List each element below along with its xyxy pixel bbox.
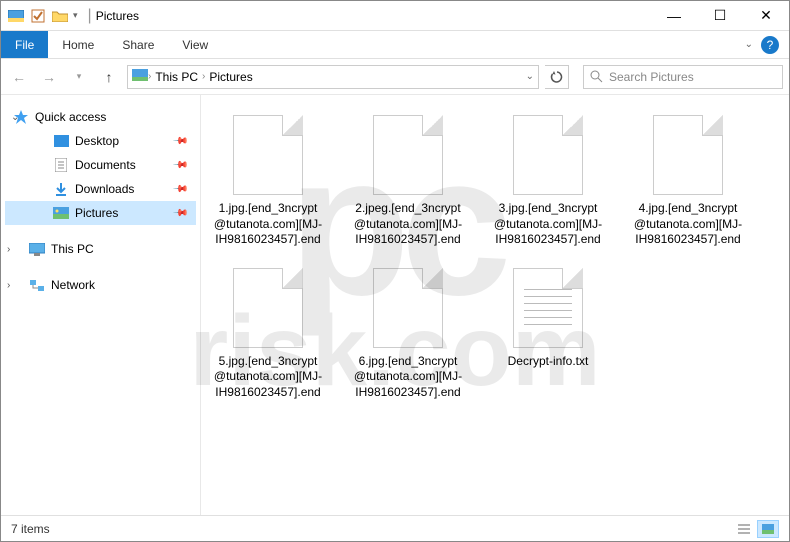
file-item[interactable]: 1.jpg.[end_3ncrypt@tutanota.com][MJ-IH98… bbox=[213, 115, 323, 248]
blank-file-icon bbox=[233, 268, 303, 348]
blank-file-icon bbox=[233, 115, 303, 195]
titlebar: ▾ | Pictures — ☐ ✕ bbox=[1, 1, 789, 31]
collapse-icon[interactable]: ⌄ bbox=[11, 112, 19, 123]
sidebar-item-quick-access[interactable]: ⌄ Quick access bbox=[5, 105, 196, 129]
file-item[interactable]: 4.jpg.[end_3ncrypt@tutanota.com][MJ-IH98… bbox=[633, 115, 743, 248]
network-icon bbox=[29, 277, 45, 293]
pin-icon: 📌 bbox=[171, 181, 188, 198]
view-tab[interactable]: View bbox=[168, 31, 222, 58]
file-name: Decrypt-info.txt bbox=[508, 354, 589, 370]
folder-icon bbox=[132, 69, 148, 84]
expand-icon[interactable]: › bbox=[7, 244, 10, 255]
sidebar-item-downloads[interactable]: Downloads 📌 bbox=[5, 177, 196, 201]
expand-icon[interactable]: › bbox=[7, 280, 10, 291]
picture-icon bbox=[53, 205, 69, 221]
file-item[interactable]: 2.jpeg.[end_3ncrypt@tutanota.com][MJ-IH9… bbox=[353, 115, 463, 248]
home-tab[interactable]: Home bbox=[48, 31, 108, 58]
forward-button[interactable]: → bbox=[37, 65, 61, 89]
recent-dropdown-icon[interactable]: ▾ bbox=[67, 65, 91, 89]
document-icon bbox=[53, 157, 69, 173]
explorer-icon bbox=[7, 7, 25, 25]
file-name: 3.jpg.[end_3ncrypt@tutanota.com][MJ-IH98… bbox=[493, 201, 603, 248]
breadcrumb[interactable]: Pictures bbox=[205, 70, 256, 84]
help-icon[interactable]: ? bbox=[761, 36, 779, 54]
breadcrumb[interactable]: This PC bbox=[151, 70, 202, 84]
file-item[interactable]: Decrypt-info.txt bbox=[493, 268, 603, 401]
qat-dropdown-icon[interactable]: ▾ bbox=[73, 10, 78, 21]
close-button[interactable]: ✕ bbox=[743, 1, 789, 31]
file-name: 2.jpeg.[end_3ncrypt@tutanota.com][MJ-IH9… bbox=[353, 201, 463, 248]
address-dropdown-icon[interactable]: ⌄ bbox=[526, 71, 534, 82]
ribbon: File Home Share View ⌄ ? bbox=[1, 31, 789, 59]
blank-file-icon bbox=[373, 115, 443, 195]
download-icon bbox=[53, 181, 69, 197]
ribbon-expand-icon[interactable]: ⌄ bbox=[745, 39, 753, 50]
file-item[interactable]: 3.jpg.[end_3ncrypt@tutanota.com][MJ-IH98… bbox=[493, 115, 603, 248]
up-button[interactable]: ↑ bbox=[97, 65, 121, 89]
pin-icon: 📌 bbox=[171, 157, 188, 174]
blank-file-icon bbox=[653, 115, 723, 195]
item-count: 7 items bbox=[11, 522, 50, 536]
file-item[interactable]: 6.jpg.[end_3ncrypt@tutanota.com][MJ-IH98… bbox=[353, 268, 463, 401]
sidebar-item-desktop[interactable]: Desktop 📌 bbox=[5, 129, 196, 153]
window-title: Pictures bbox=[96, 9, 139, 23]
maximize-button[interactable]: ☐ bbox=[697, 1, 743, 31]
sidebar-item-this-pc[interactable]: › This PC bbox=[5, 237, 196, 261]
file-item[interactable]: 5.jpg.[end_3ncrypt@tutanota.com][MJ-IH98… bbox=[213, 268, 323, 401]
file-name: 5.jpg.[end_3ncrypt@tutanota.com][MJ-IH98… bbox=[213, 354, 323, 401]
blank-file-icon bbox=[373, 268, 443, 348]
file-name: 4.jpg.[end_3ncrypt@tutanota.com][MJ-IH98… bbox=[633, 201, 743, 248]
minimize-button[interactable]: — bbox=[651, 1, 697, 31]
share-tab[interactable]: Share bbox=[108, 31, 168, 58]
text-file-icon bbox=[513, 268, 583, 348]
search-input[interactable]: Search Pictures bbox=[583, 65, 783, 89]
desktop-icon bbox=[53, 133, 69, 149]
pin-icon: 📌 bbox=[171, 133, 188, 150]
blank-file-icon bbox=[513, 115, 583, 195]
details-view-button[interactable] bbox=[733, 520, 755, 538]
address-bar[interactable]: › This PC › Pictures ⌄ bbox=[127, 65, 539, 89]
qat-folder-icon[interactable] bbox=[51, 7, 69, 25]
qat-properties-icon[interactable] bbox=[29, 7, 47, 25]
back-button[interactable]: ← bbox=[7, 65, 31, 89]
statusbar: 7 items bbox=[1, 515, 789, 541]
icons-view-button[interactable] bbox=[757, 520, 779, 538]
computer-icon bbox=[29, 241, 45, 257]
navbar: ← → ▾ ↑ › This PC › Pictures ⌄ Search Pi… bbox=[1, 59, 789, 95]
file-name: 1.jpg.[end_3ncrypt@tutanota.com][MJ-IH98… bbox=[213, 201, 323, 248]
file-tab[interactable]: File bbox=[1, 31, 48, 58]
search-icon bbox=[590, 70, 603, 83]
sidebar-item-network[interactable]: › Network bbox=[5, 273, 196, 297]
sidebar: ⌄ Quick access Desktop 📌 Documents 📌 Dow… bbox=[1, 95, 201, 515]
file-list[interactable]: 1.jpg.[end_3ncrypt@tutanota.com][MJ-IH98… bbox=[201, 95, 789, 515]
sidebar-item-pictures[interactable]: Pictures 📌 bbox=[5, 201, 196, 225]
sidebar-item-documents[interactable]: Documents 📌 bbox=[5, 153, 196, 177]
file-name: 6.jpg.[end_3ncrypt@tutanota.com][MJ-IH98… bbox=[353, 354, 463, 401]
refresh-button[interactable] bbox=[545, 65, 569, 89]
pin-icon: 📌 bbox=[171, 205, 188, 222]
